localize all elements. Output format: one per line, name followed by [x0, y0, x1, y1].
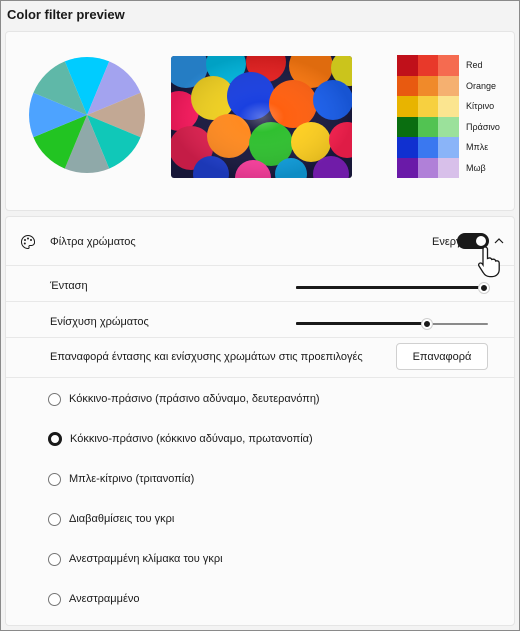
filter-option[interactable]: Κόκκινο-πράσινο (κόκκινο αδύναμο, πρωταν…	[48, 429, 313, 449]
reset-description: Επαναφορά έντασης και ενίσχυσης χρωμάτων…	[50, 351, 363, 363]
swatch-row	[397, 116, 460, 137]
color-swatch	[397, 157, 418, 178]
swatch-row	[397, 55, 460, 76]
color-boost-row: Ενίσχυση χρώματος	[6, 302, 514, 338]
palette-icon	[21, 234, 36, 250]
swatch-row	[397, 96, 460, 117]
swatch-label: Red	[466, 60, 483, 70]
filter-option-label: Ανεστραμμένη κλίμακα του γκρι	[69, 553, 223, 565]
color-boost-label: Ενίσχυση χρώματος	[50, 316, 149, 328]
preview-card: Red Orange Κίτρινο Πράσινο Μπλε Μωβ	[5, 31, 515, 211]
sample-pie-chart	[28, 57, 145, 173]
filter-option[interactable]: Μπλε-κίτρινο (τριτανοπία)	[48, 469, 194, 489]
color-swatch	[397, 116, 418, 137]
intensity-label: Ένταση	[50, 280, 88, 292]
color-swatch-grid	[397, 55, 460, 178]
reset-row: Επαναφορά έντασης και ενίσχυσης χρωμάτων…	[6, 338, 514, 378]
color-swatch	[438, 157, 460, 178]
color-filters-label: Φίλτρα χρώματος	[50, 236, 136, 248]
swatch-label: Μπλε	[466, 142, 489, 152]
filter-option[interactable]: Διαβαθμίσεις του γκρι	[48, 509, 174, 529]
intensity-row: Ένταση	[6, 266, 514, 302]
swatch-row	[397, 157, 460, 178]
radio-button[interactable]	[48, 592, 61, 606]
radio-button-checked[interactable]	[48, 432, 62, 446]
radio-button[interactable]	[48, 392, 61, 406]
filter-option-label: Κόκκινο-πράσινο (κόκκινο αδύναμο, πρωταν…	[70, 433, 313, 445]
filter-option-label: Μπλε-κίτρινο (τριτανοπία)	[69, 473, 195, 485]
slider-thumb[interactable]	[479, 283, 489, 293]
slider-thumb[interactable]	[422, 319, 432, 329]
color-boost-slider[interactable]	[296, 319, 488, 329]
color-swatch	[417, 157, 439, 178]
filter-option-label: Κόκκινο-πράσινο (πράσινο αδύναμο, δευτερ…	[69, 393, 320, 405]
filter-option[interactable]: Ανεστραμμένη κλίμακα του γκρι	[48, 549, 223, 569]
color-swatch	[438, 55, 460, 76]
slider-fill	[296, 322, 427, 325]
swatch-label: Κίτρινο	[466, 101, 495, 111]
color-swatch	[438, 75, 460, 96]
window-title: Color filter preview	[7, 7, 125, 22]
color-swatch-labels: Red Orange Κίτρινο Πράσινο Μπλε Μωβ	[466, 55, 500, 178]
swatch-label: Πράσινο	[466, 121, 500, 132]
color-swatch	[397, 137, 418, 158]
color-filters-row[interactable]: Φίλτρα χρώματος Ενεργ	[6, 217, 514, 278]
reset-button[interactable]: Επαναφορά	[396, 343, 488, 370]
sample-image	[171, 56, 352, 178]
filter-option[interactable]: Κόκκινο-πράσινο (πράσινο αδύναμο, δευτερ…	[48, 389, 320, 409]
color-swatch	[417, 55, 439, 76]
slider-fill	[296, 286, 484, 289]
color-swatch	[438, 96, 460, 117]
swatch-row	[397, 137, 460, 158]
color-swatch	[438, 116, 460, 137]
swatch-label: Orange	[466, 80, 497, 91]
filter-option-label: Διαβαθμίσεις του γκρι	[69, 513, 175, 525]
swatch-row	[397, 75, 460, 96]
color-swatch	[417, 116, 439, 137]
color-swatch	[397, 55, 418, 76]
filter-option[interactable]: Ανεστραμμένο	[48, 589, 140, 609]
radio-button[interactable]	[48, 512, 61, 526]
color-swatch	[417, 137, 439, 158]
color-swatch	[438, 137, 460, 158]
radio-button[interactable]	[48, 552, 61, 566]
radio-button[interactable]	[48, 472, 61, 486]
color-swatch	[397, 75, 418, 96]
color-filter-settings: Φίλτρα χρώματος Ενεργ Ένταση Ενίσχυση χρ…	[5, 216, 515, 626]
color-filter-window: Color filter preview Red Orange Κίτρινο …	[0, 0, 520, 631]
color-swatch	[417, 96, 439, 117]
swatch-label: Μωβ	[466, 162, 486, 173]
filter-option-label: Ανεστραμμένο	[69, 593, 140, 605]
color-swatch	[417, 75, 439, 96]
intensity-slider[interactable]	[296, 283, 489, 293]
color-swatch	[397, 96, 418, 117]
